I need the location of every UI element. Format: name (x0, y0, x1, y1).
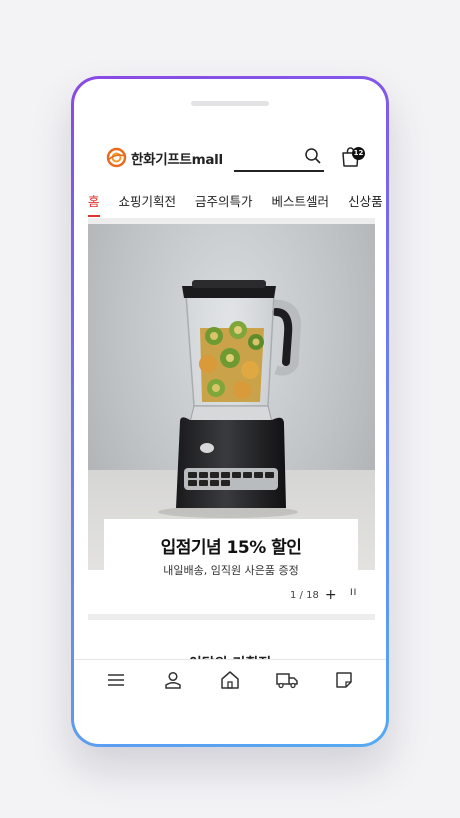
cart-count-badge: 12 (352, 147, 365, 160)
home-icon[interactable] (218, 668, 242, 692)
tab-new-products[interactable]: 신상품 (348, 187, 383, 217)
app-screen: 한화기프트mall 12 홈 쇼핑기획전 금주의특가 베스트셀러 신상품 입점기… (74, 79, 386, 744)
tab-home[interactable]: 홈 (88, 187, 100, 217)
search-input[interactable] (234, 145, 324, 172)
banner-page-counter: 1 / 18 (290, 589, 319, 601)
menu-icon[interactable] (104, 668, 128, 692)
search-icon[interactable] (304, 147, 322, 169)
category-tabs: 홈 쇼핑기획전 금주의특가 베스트셀러 신상품 (88, 187, 386, 217)
note-icon[interactable] (332, 668, 356, 692)
speaker-notch (191, 101, 269, 106)
user-icon[interactable] (161, 668, 185, 692)
bottom-navigation (74, 659, 386, 699)
banner-title: 입점기념 15% 할인 (160, 538, 302, 558)
brand-logo-text: 한화기프트mall (131, 151, 223, 168)
phone-frame: 한화기프트mall 12 홈 쇼핑기획전 금주의특가 베스트셀러 신상품 입점기… (71, 76, 389, 747)
brand-logo[interactable]: 한화기프트mall (106, 147, 223, 168)
banner-subtitle: 내일배송, 임직원 사은품 증정 (163, 564, 299, 577)
tab-weekly-deals[interactable]: 금주의특가 (195, 187, 253, 217)
delivery-truck-icon[interactable] (275, 668, 299, 692)
banner-pause-button[interactable]: II (350, 588, 357, 598)
banner-caption-card[interactable]: 입점기념 15% 할인 내일배송, 임직원 사은품 증정 (104, 519, 358, 581)
brand-logo-icon (106, 147, 127, 168)
section-divider-2 (88, 614, 375, 620)
banner-pager: 1 / 18 + (290, 587, 337, 603)
tab-shopping-exhibition[interactable]: 쇼핑기획전 (119, 187, 177, 217)
banner-expand-button[interactable]: + (325, 587, 337, 603)
tab-best-sellers[interactable]: 베스트셀러 (272, 187, 330, 217)
